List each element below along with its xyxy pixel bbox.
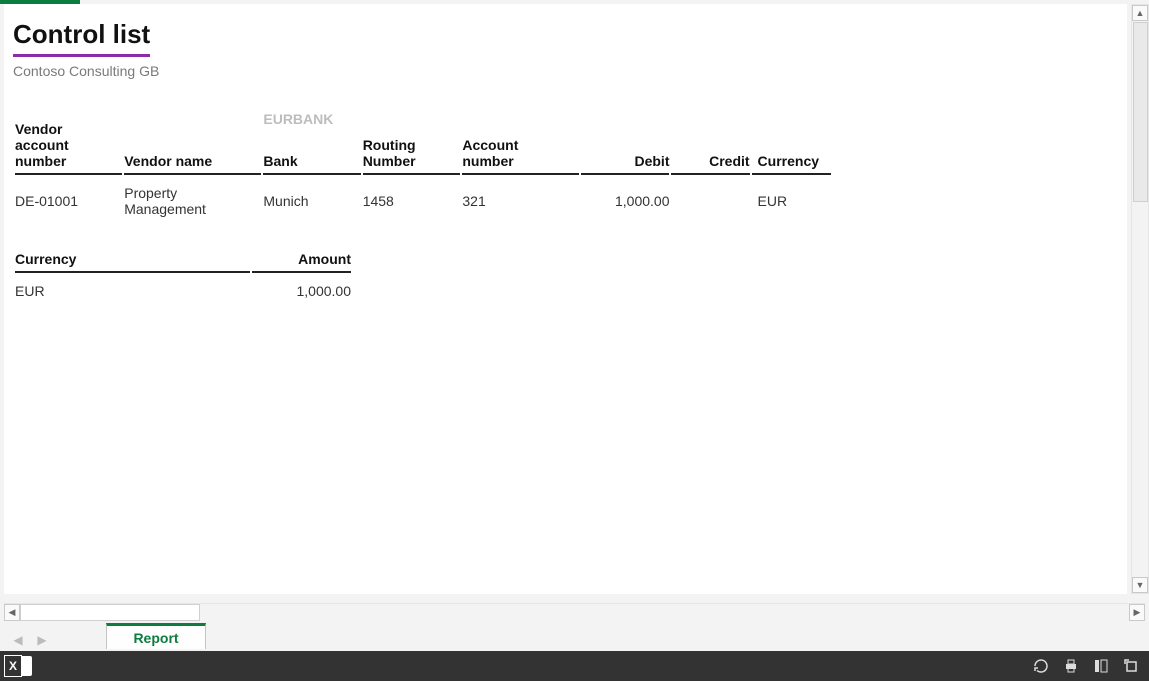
scroll-up-button[interactable]: ▲ <box>1132 5 1148 21</box>
cell-credit <box>671 177 749 217</box>
tab-report[interactable]: Report <box>106 623 206 649</box>
report-title: Control list <box>13 19 150 57</box>
bank-ghost-text: EURBANK <box>263 111 333 127</box>
col-debit: Debit <box>581 121 669 175</box>
table-row: DE-01001 Property Management Munich 1458… <box>15 177 831 217</box>
status-bar <box>0 651 1149 681</box>
scroll-right-button[interactable]: ▶ <box>1129 604 1145 621</box>
cell-account-number: 321 <box>462 177 579 217</box>
scroll-down-button[interactable]: ▼ <box>1132 577 1148 593</box>
cell-vendor-name: Property Management <box>124 177 261 217</box>
layout-icon[interactable] <box>1093 658 1109 674</box>
col-vendor-name: Vendor name <box>124 121 261 175</box>
col-summary-currency: Currency <box>15 251 250 273</box>
scroll-left-button[interactable]: ◀ <box>4 604 20 621</box>
cell-summary-amount: 1,000.00 <box>252 275 351 299</box>
main-table: Vendor account number Vendor name EURBAN… <box>13 119 833 219</box>
horizontal-scrollbar[interactable]: ◀ ▶ <box>4 603 1145 621</box>
cell-summary-currency: EUR <box>15 275 250 299</box>
col-currency: Currency <box>752 121 831 175</box>
tab-next-button[interactable]: ▶ <box>34 633 50 649</box>
scroll-thumb[interactable] <box>1133 22 1148 202</box>
cell-currency: EUR <box>752 177 831 217</box>
table-row: EUR 1,000.00 <box>15 275 351 299</box>
cell-debit: 1,000.00 <box>581 177 669 217</box>
cell-bank: Munich <box>263 177 360 217</box>
summary-table: Currency Amount EUR 1,000.00 <box>13 249 353 301</box>
company-subtitle: Contoso Consulting GB <box>13 63 1126 79</box>
cell-routing: 1458 <box>363 177 461 217</box>
col-vendor-account: Vendor account number <box>15 121 122 175</box>
col-routing: Routing Number <box>363 121 461 175</box>
tab-prev-button[interactable]: ◀ <box>10 633 26 649</box>
refresh-icon[interactable] <box>1033 658 1049 674</box>
excel-icon[interactable] <box>10 656 32 676</box>
col-credit: Credit <box>671 121 749 175</box>
fullscreen-icon[interactable] <box>1123 658 1139 674</box>
print-icon[interactable] <box>1063 658 1079 674</box>
report-canvas: Control list Contoso Consulting GB Vendo… <box>4 4 1127 594</box>
col-bank: EURBANK Bank <box>263 121 360 175</box>
vertical-scrollbar[interactable]: ▲ ▼ <box>1131 4 1149 594</box>
cell-vendor-account: DE-01001 <box>15 177 122 217</box>
hscroll-thumb[interactable] <box>20 604 200 621</box>
col-account-number: Account number <box>462 121 579 175</box>
col-summary-amount: Amount <box>252 251 351 273</box>
